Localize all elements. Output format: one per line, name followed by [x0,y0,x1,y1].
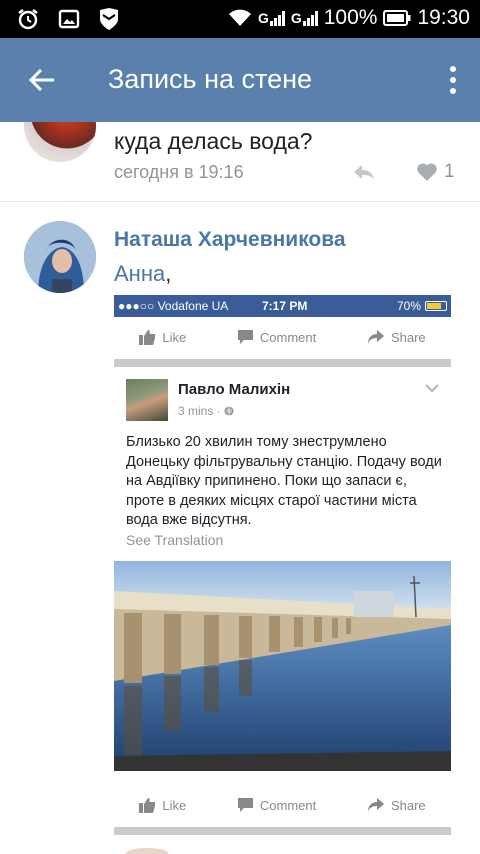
ios-battery: 70% [397,299,447,313]
post-photo [114,561,451,771]
gallery-icon [58,9,80,29]
signal-1: G [258,10,285,26]
signal-bars-icon [302,10,318,26]
share-button[interactable]: Share [367,797,426,813]
chevron-down-icon [425,384,439,393]
fb-post-card: Павло Малихін 3 mins · Близько 20 хвилин… [114,371,451,771]
post-time-text: 3 mins · [178,404,221,418]
avatar[interactable] [24,122,96,162]
like-button[interactable]: Like [139,797,186,813]
clock: 19:30 [417,6,470,29]
reply-icon[interactable] [352,162,376,182]
battery-icon [383,10,411,26]
avatar [126,848,168,854]
app-bar: Запись на стене [0,38,480,122]
network-label-1: G [257,10,269,26]
comment-mention: Анна, [114,261,171,287]
avatar-image [24,221,96,293]
ios-carrier: ●●●○○ Vodafone UA [118,299,229,313]
avatar[interactable] [24,221,96,293]
like-count: 1 [444,161,455,182]
share-icon [367,330,384,344]
comment-author[interactable]: Наташа Харчевникова [114,228,346,252]
like-label: Like [162,329,187,345]
shield-icon [100,8,118,30]
share-button[interactable]: Share [367,329,426,345]
page-title: Запись на стене [108,64,313,94]
back-arrow-icon[interactable] [26,64,58,96]
signal-2: G [291,10,318,26]
ios-status-bar: ●●●○○ Vodafone UA 7:17 PM 70% [114,295,451,317]
see-translation-link: See Translation [126,532,224,548]
post-actions: Like Comment Share [114,785,451,825]
like-button[interactable]: Like [139,329,186,345]
signal-bars-icon [269,10,285,26]
divider [114,359,451,367]
globe-icon [224,406,234,416]
comment-item: куда делась вода? сегодня в 19:16 1 [0,122,480,202]
mention-link[interactable]: Анна [114,261,165,286]
comment-icon [237,798,253,812]
share-icon [367,798,384,812]
ios-battery-percent: 70% [396,299,421,313]
more-vert-icon[interactable] [448,64,458,96]
mention-suffix: , [165,261,172,286]
comment-label: Comment [259,797,317,813]
comment-button[interactable]: Comment [237,797,316,813]
share-label: Share [390,797,426,813]
network-label-2: G [290,10,302,26]
share-label: Share [390,329,426,345]
heart-icon[interactable] [416,162,438,182]
post-author: Павло Малихін [178,381,291,398]
comment-label: Comment [259,329,317,345]
divider [114,827,451,835]
post-text: Близько 20 хвилин тому знеструмлено Доне… [126,434,442,528]
comment-item: Наташа Харчевникова Анна, ●●●○○ Vodafone… [0,203,480,854]
like-icon [139,798,156,813]
status-right: G G 100% 19:30 [228,6,470,30]
post-time: 3 mins · [178,404,234,418]
dam-photo [114,561,451,771]
comment-time: сегодня в 19:16 [114,162,244,182]
ios-time: 7:17 PM [262,299,308,313]
battery-percent: 100% [323,6,378,29]
notification-icons [16,7,120,31]
battery-icon [425,301,447,311]
post-actions: Like Comment Share [114,317,451,357]
status-bar: G G 100% 19:30 [0,0,480,38]
wifi-icon [228,9,251,26]
like-label: Like [162,797,187,813]
comment-text: куда делась вода? [114,128,313,154]
attached-screenshot[interactable]: ●●●○○ Vodafone UA 7:17 PM 70% Like Comme… [114,295,451,854]
avatar [126,379,168,421]
comment-icon [237,330,253,344]
comment-button[interactable]: Comment [237,329,316,345]
like-icon [139,330,156,345]
alarm-icon [18,9,38,30]
